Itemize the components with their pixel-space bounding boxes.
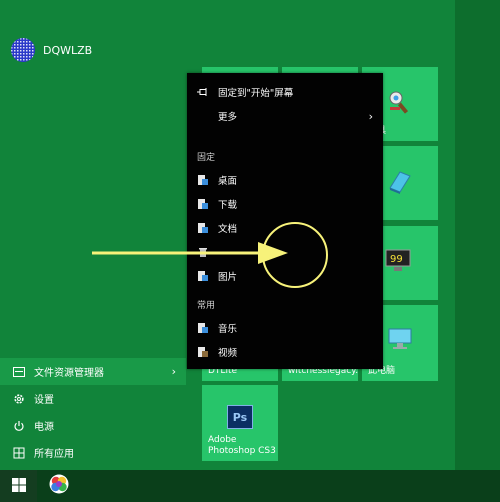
settings-item[interactable]: 设置 [0,385,186,412]
desktop-edge [455,0,500,470]
folder-icon [197,174,209,186]
apps-icon [12,446,26,460]
folder-icon [12,365,26,379]
colorful-app-icon [49,474,69,498]
more-item[interactable]: 更多 › [187,105,383,127]
tools-icon [386,89,412,118]
chevron-right-icon: › [368,109,373,123]
power-item[interactable]: 电源 [0,412,186,439]
taskbar [0,470,500,502]
pinned-item-desktop-label: 桌面 [218,176,238,187]
pinned-item-pictures[interactable]: 图片 [187,265,383,287]
windows-logo-icon [11,477,26,496]
settings-label: 设置 [34,395,54,406]
user-account[interactable]: DQWLZB [11,38,92,62]
recycle-bin-icon [197,246,209,258]
folder-icon [197,270,209,282]
book-icon [386,168,412,197]
computer-icon [387,327,413,354]
user-name: DQWLZB [43,43,93,57]
file-explorer-label: 文件资源管理器 [34,368,104,379]
pinned-item-documents[interactable]: 文档 [187,217,383,239]
pinned-section-header: 固定 [197,153,216,163]
pinned-item-desktop[interactable]: 桌面 [187,169,383,191]
game-icon: 99 [384,248,412,277]
pinned-item-documents-label: 文档 [218,224,238,235]
video-folder-icon [197,346,209,358]
chevron-right-icon: › [171,365,176,378]
gear-icon [12,392,26,406]
music-folder-icon [197,322,209,334]
all-apps-label: 所有应用 [34,449,74,460]
start-button[interactable] [0,470,37,502]
all-apps-item[interactable]: 所有应用 [0,439,186,466]
file-explorer-item[interactable]: 文件资源管理器 › [0,358,186,385]
svg-text:99: 99 [390,254,403,265]
frequent-item-videos-label: 视频 [218,348,238,359]
frequent-item-videos[interactable]: 视频 [187,341,383,363]
frequent-item-music[interactable]: 音乐 [187,317,383,339]
pin-to-start-item[interactable]: 固定到"开始"屏幕 [187,81,383,103]
more-label: 更多 [218,112,238,123]
folder-icon [197,222,209,234]
jumplist-context-menu: 固定到"开始"屏幕 更多 › 固定 桌面 下载 文档 图片 常用 音乐 视频 [187,73,383,369]
pinned-item-downloads-label: 下载 [218,200,238,211]
frequent-item-music-label: 音乐 [218,324,238,335]
tile-photoshop[interactable]: Ps Adobe Photoshop CS3 [202,385,278,461]
pinned-item-downloads[interactable]: 下载 [187,193,383,215]
pinned-item-recycle[interactable] [187,241,383,263]
start-left-list: 文件资源管理器 › 设置 电源 所有应用 [0,358,186,466]
folder-icon [197,198,209,210]
pin-icon [197,86,209,98]
pinned-item-pictures-label: 图片 [218,272,238,283]
power-icon [12,419,26,433]
pin-label: 固定到"开始"屏幕 [218,88,294,99]
photoshop-icon: Ps [227,405,253,429]
taskbar-app-button[interactable] [40,470,77,502]
frequent-section-header: 常用 [197,301,216,311]
power-label: 电源 [34,422,54,433]
avatar [11,38,35,62]
tile-photoshop-label: Adobe Photoshop CS3 [208,435,276,456]
